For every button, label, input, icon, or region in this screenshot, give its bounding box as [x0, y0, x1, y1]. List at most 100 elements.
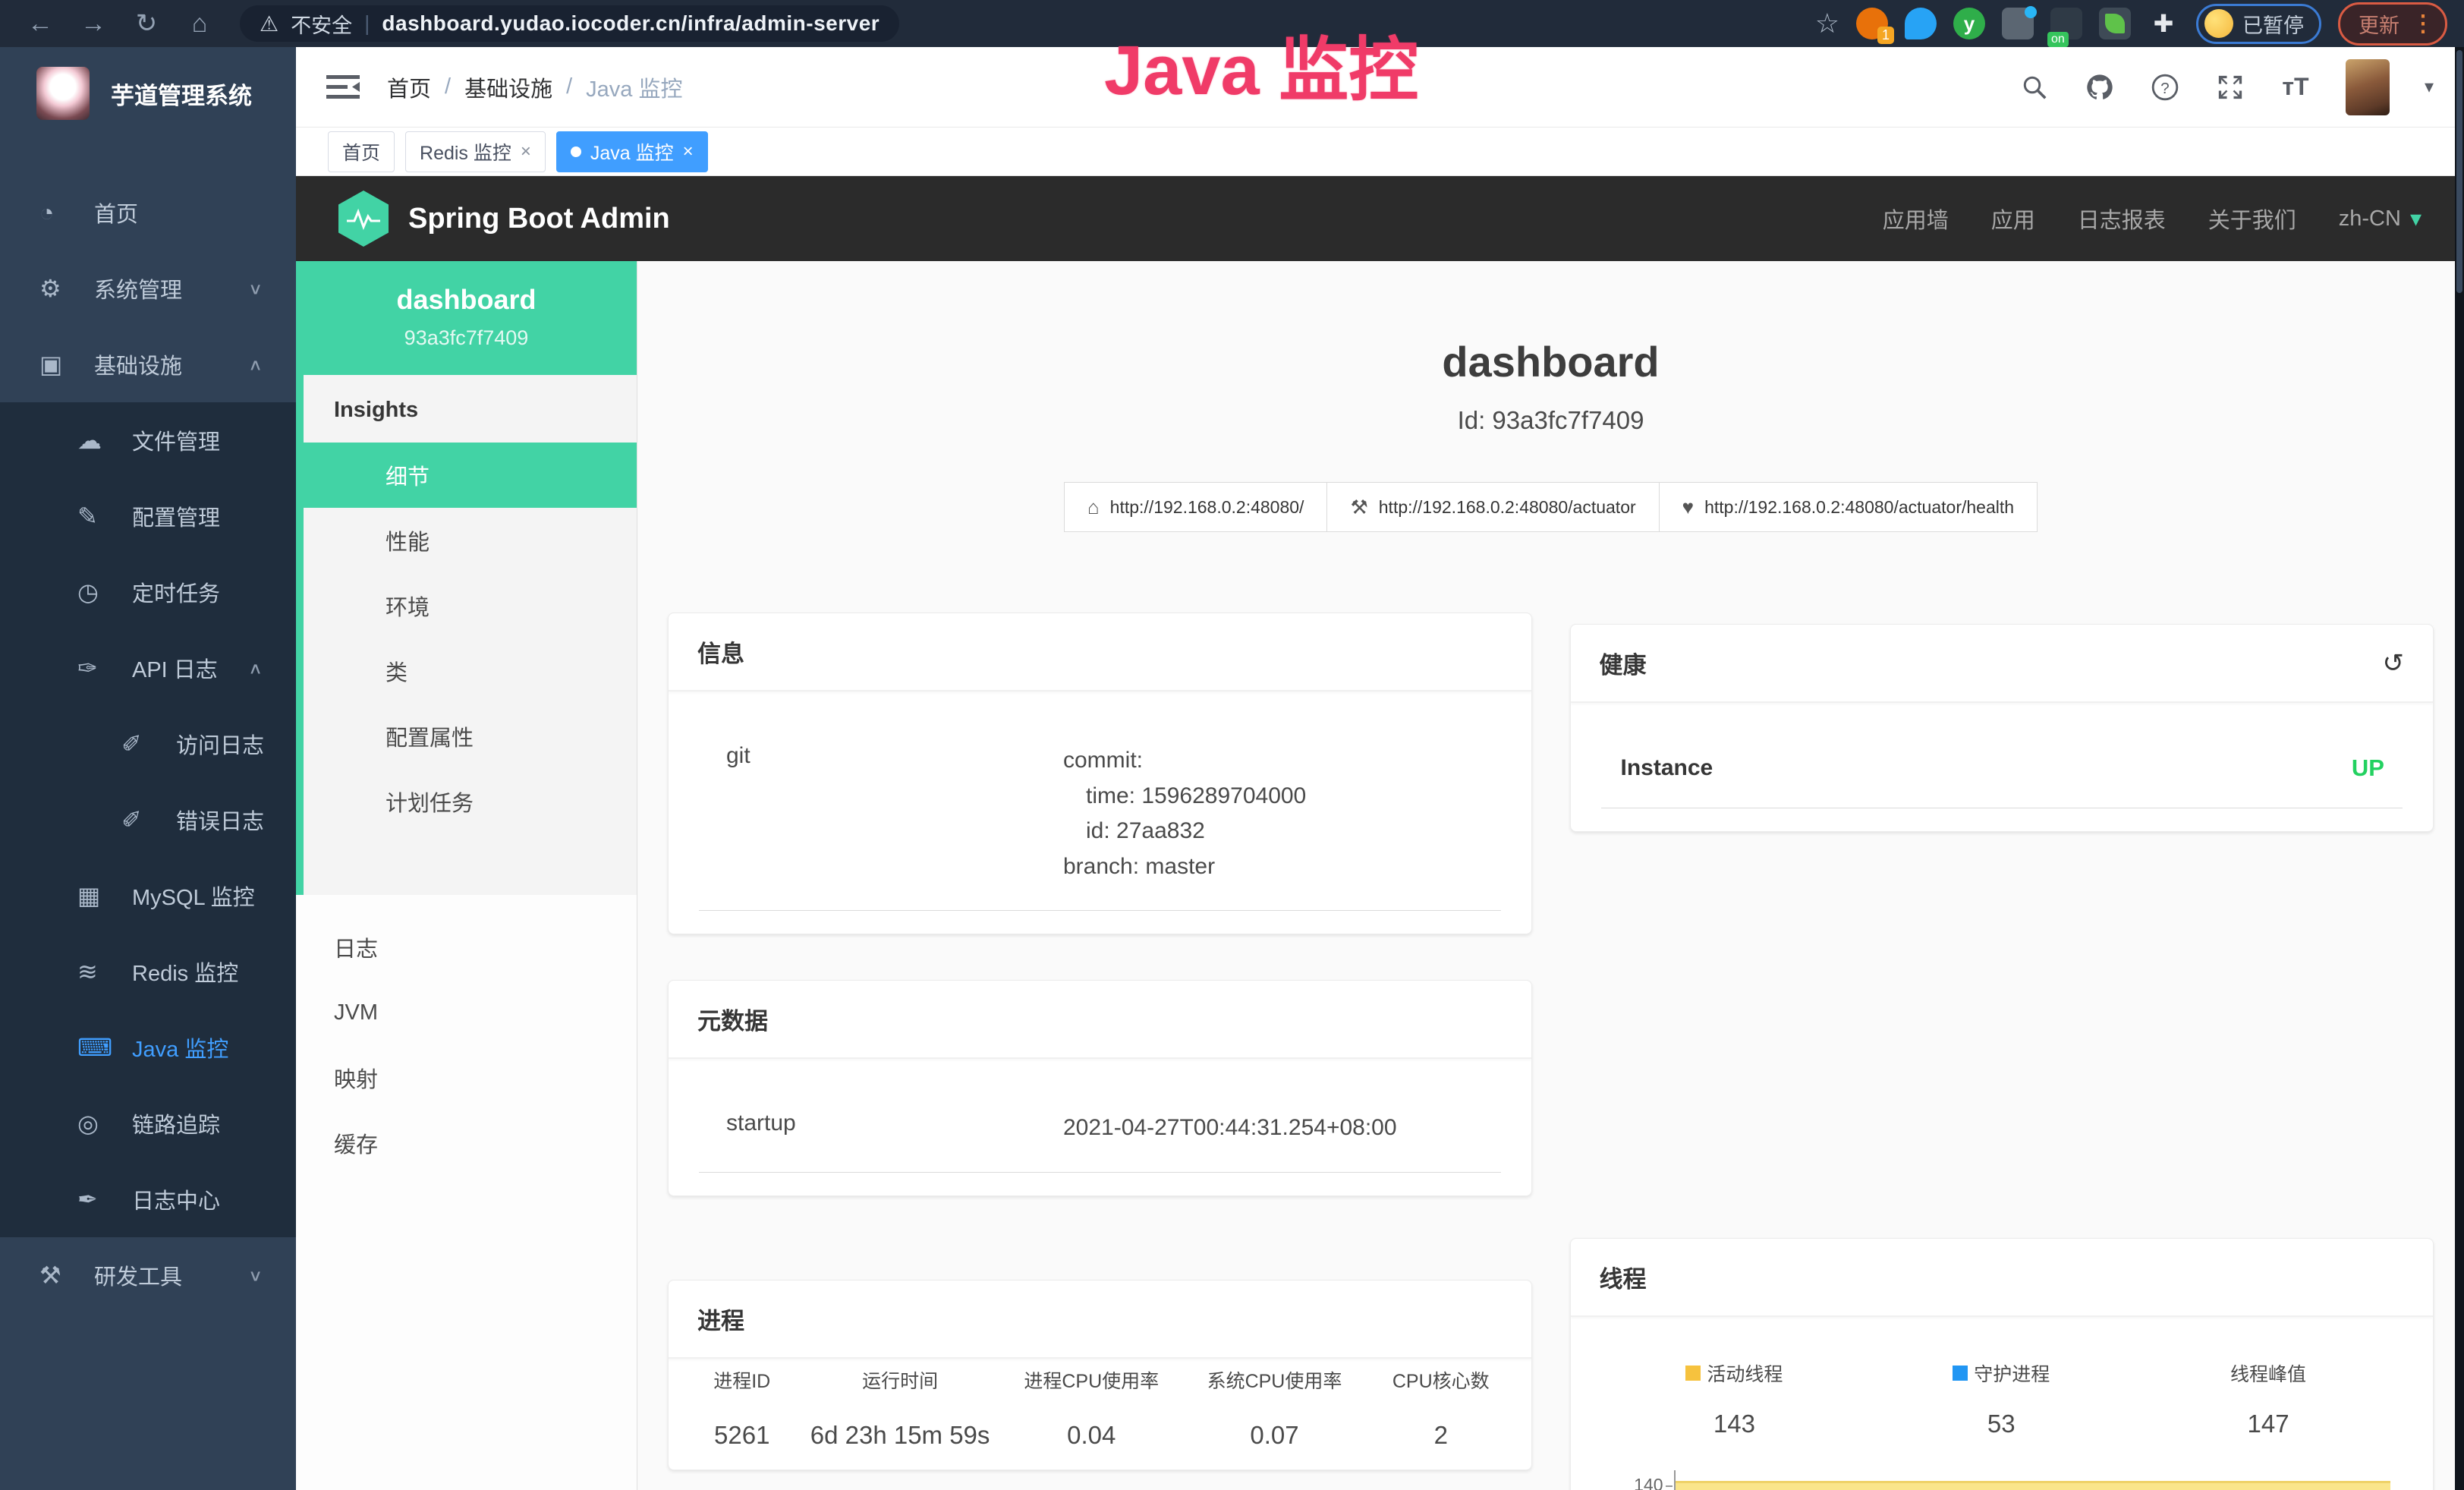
extension-grid-icon[interactable] — [2002, 8, 2034, 39]
sidebar-item-infrastructure[interactable]: ▣ 基础设施 ∧ — [0, 326, 296, 402]
text-size-icon[interactable]: ᴛT — [2280, 72, 2311, 102]
extension-switch-icon[interactable]: on — [2050, 8, 2082, 39]
side-item-config-props[interactable]: 配置属性 — [304, 704, 637, 769]
service-url-button[interactable]: ⌂ http://192.168.0.2:48080/ — [1064, 482, 1328, 532]
github-icon[interactable] — [2085, 72, 2115, 102]
cloud-upload-icon: ☁ — [77, 426, 132, 455]
health-instance-label: Instance — [1621, 755, 1713, 781]
instance-name: dashboard — [296, 284, 637, 316]
close-icon[interactable]: × — [683, 141, 694, 162]
side-item-scheduled-tasks[interactable]: 计划任务 — [304, 769, 637, 834]
search-icon[interactable] — [2019, 72, 2050, 102]
url-text: dashboard.yudao.iocoder.cn/infra/admin-s… — [382, 11, 880, 36]
val-uptime: 6d 23h 15m 59s — [801, 1421, 1000, 1450]
metadata-card: 元数据 startup 2021-04-27T00:44:31.254+08:0… — [668, 980, 1532, 1196]
avatar-caret-down-icon[interactable]: ▾ — [2425, 76, 2434, 98]
paused-extension-pill[interactable]: 已暂停 — [2196, 4, 2321, 44]
sidebar-item-label: 访问日志 — [176, 728, 264, 760]
locale-caret-down-icon: ▾ — [2410, 206, 2422, 232]
extension-pin-icon[interactable] — [1905, 8, 1937, 39]
history-icon[interactable]: ↺ — [2383, 648, 2405, 679]
sidebar-item-access-logs[interactable]: ✐ 访问日志 — [0, 706, 296, 782]
extension-leaf-icon[interactable] — [2099, 8, 2131, 39]
sba-locale-select[interactable]: zh-CN ▾ — [2339, 206, 2422, 232]
sba-nav-applications[interactable]: 应用 — [1991, 203, 2035, 235]
hamburger-icon[interactable] — [326, 74, 360, 101]
side-item-classes[interactable]: 类 — [304, 638, 637, 704]
side-item-mappings[interactable]: 映射 — [296, 1045, 637, 1110]
tag-home[interactable]: 首页 — [328, 131, 395, 172]
fullscreen-icon[interactable] — [2215, 72, 2245, 102]
forward-icon[interactable]: → — [70, 9, 117, 39]
app-title: 芋道管理系统 — [111, 77, 252, 111]
sba-logo-icon[interactable] — [338, 191, 389, 247]
health-card-body: Instance UP — [1571, 703, 2434, 831]
sidebar-item-java-monitor[interactable]: ⌨ Java 监控 — [0, 1010, 296, 1085]
extension-y-icon[interactable]: y — [1953, 8, 1985, 39]
actuator-url-button[interactable]: ⚒ http://192.168.0.2:48080/actuator — [1327, 482, 1659, 532]
api-log-icon: ✑ — [77, 654, 132, 682]
bookmark-star-icon[interactable]: ☆ — [1815, 8, 1839, 39]
tag-label: Java 监控 — [590, 138, 674, 165]
val-cpu-cores: 2 — [1366, 1421, 1515, 1450]
java-monitor-icon: ⌨ — [77, 1033, 132, 1062]
sidebar-item-system-management[interactable]: ⚙ 系统管理 ∨ — [0, 250, 296, 326]
browser-menu-dots-icon[interactable]: ⋮ — [2412, 11, 2434, 37]
instance-header[interactable]: dashboard 93a3fc7f7409 — [296, 261, 637, 375]
legend-label: 守护进程 — [1974, 1359, 2050, 1387]
breadcrumb-home[interactable]: 首页 — [387, 71, 431, 103]
sidebar-item-scheduled-tasks[interactable]: ◷ 定时任务 — [0, 554, 296, 630]
address-bar[interactable]: ⚠ 不安全 | dashboard.yudao.iocoder.cn/infra… — [240, 5, 899, 42]
sidebar-item-log-center[interactable]: ✒ 日志中心 — [0, 1161, 296, 1237]
scrollbar-thumb[interactable] — [2456, 50, 2462, 293]
sidebar-item-home[interactable]: ◔ 首页 — [0, 175, 296, 250]
sidebar-item-api-logs[interactable]: ✑ API 日志 ∧ — [0, 630, 296, 706]
tag-redis-monitor[interactable]: Redis 监控 × — [405, 131, 546, 172]
extension-orange-icon[interactable]: 1 — [1856, 8, 1888, 39]
side-item-logs[interactable]: 日志 — [296, 915, 637, 980]
user-avatar[interactable] — [2346, 59, 2390, 115]
info-card-header: 信息 — [669, 613, 1531, 691]
back-icon[interactable]: ← — [17, 9, 64, 39]
sidebar-item-file-management[interactable]: ☁ 文件管理 — [0, 402, 296, 478]
close-icon[interactable]: × — [521, 141, 531, 162]
table-row: Instance UP — [1601, 733, 2403, 808]
timer-icon: ◷ — [77, 578, 132, 606]
side-item-jvm[interactable]: JVM — [296, 980, 637, 1045]
app-logo-row[interactable]: 芋道管理系统 — [0, 47, 296, 140]
threads-legend: 活动线程 143 守护进程 53 — [1601, 1359, 2403, 1438]
admin-sidebar: 芋道管理系统 ◔ 首页 ⚙ 系统管理 ∨ ▣ 基础设施 ∧ ☁ 文件管理 ✎ 配… — [0, 47, 296, 1490]
browser-home-icon[interactable]: ⌂ — [176, 9, 223, 39]
sidebar-item-trace[interactable]: ◎ 链路追踪 — [0, 1085, 296, 1161]
sidebar-item-label: Java 监控 — [132, 1032, 228, 1063]
sidebar-item-dev-tools[interactable]: ⚒ 研发工具 ∨ — [0, 1237, 296, 1313]
reload-icon[interactable]: ↻ — [123, 8, 170, 39]
sba-nav-wallboard[interactable]: 应用墙 — [1883, 203, 1949, 235]
sba-brand-title[interactable]: Spring Boot Admin — [408, 203, 670, 235]
tag-java-monitor[interactable]: Java 监控 × — [556, 131, 708, 172]
chevron-up-icon: ∧ — [248, 355, 263, 374]
metadata-card-header: 元数据 — [669, 981, 1531, 1059]
sba-nav-journal[interactable]: 日志报表 — [2078, 203, 2166, 235]
help-icon[interactable]: ? — [2150, 72, 2180, 102]
extensions-puzzle-icon[interactable]: ✚ — [2148, 8, 2179, 39]
side-item-caches[interactable]: 缓存 — [296, 1110, 637, 1176]
page-scrollbar[interactable] — [2455, 47, 2464, 1490]
sba-nav-about[interactable]: 关于我们 — [2208, 203, 2296, 235]
sidebar-item-label: 定时任务 — [132, 576, 220, 608]
sidebar-item-redis-monitor[interactable]: ≋ Redis 监控 — [0, 934, 296, 1010]
sba-locale-label: zh-CN — [2339, 206, 2401, 232]
metadata-key: startup — [706, 1110, 1063, 1146]
browser-update-button[interactable]: 更新 ⋮ — [2338, 2, 2447, 46]
mysql-icon: ▦ — [77, 881, 132, 910]
breadcrumb-infrastructure[interactable]: 基础设施 — [464, 71, 552, 103]
sidebar-item-error-logs[interactable]: ✐ 错误日志 — [0, 782, 296, 858]
sidebar-item-mysql-monitor[interactable]: ▦ MySQL 监控 — [0, 858, 296, 934]
side-item-metrics[interactable]: 性能 — [304, 508, 637, 573]
sidebar-item-config-management[interactable]: ✎ 配置管理 — [0, 478, 296, 554]
health-url-button[interactable]: ♥ http://192.168.0.2:48080/actuator/heal… — [1660, 482, 2038, 532]
side-item-details[interactable]: 细节 — [304, 443, 637, 508]
side-item-environment[interactable]: 环境 — [304, 573, 637, 638]
legend-value: 143 — [1601, 1410, 1868, 1438]
redis-icon: ≋ — [77, 957, 132, 986]
